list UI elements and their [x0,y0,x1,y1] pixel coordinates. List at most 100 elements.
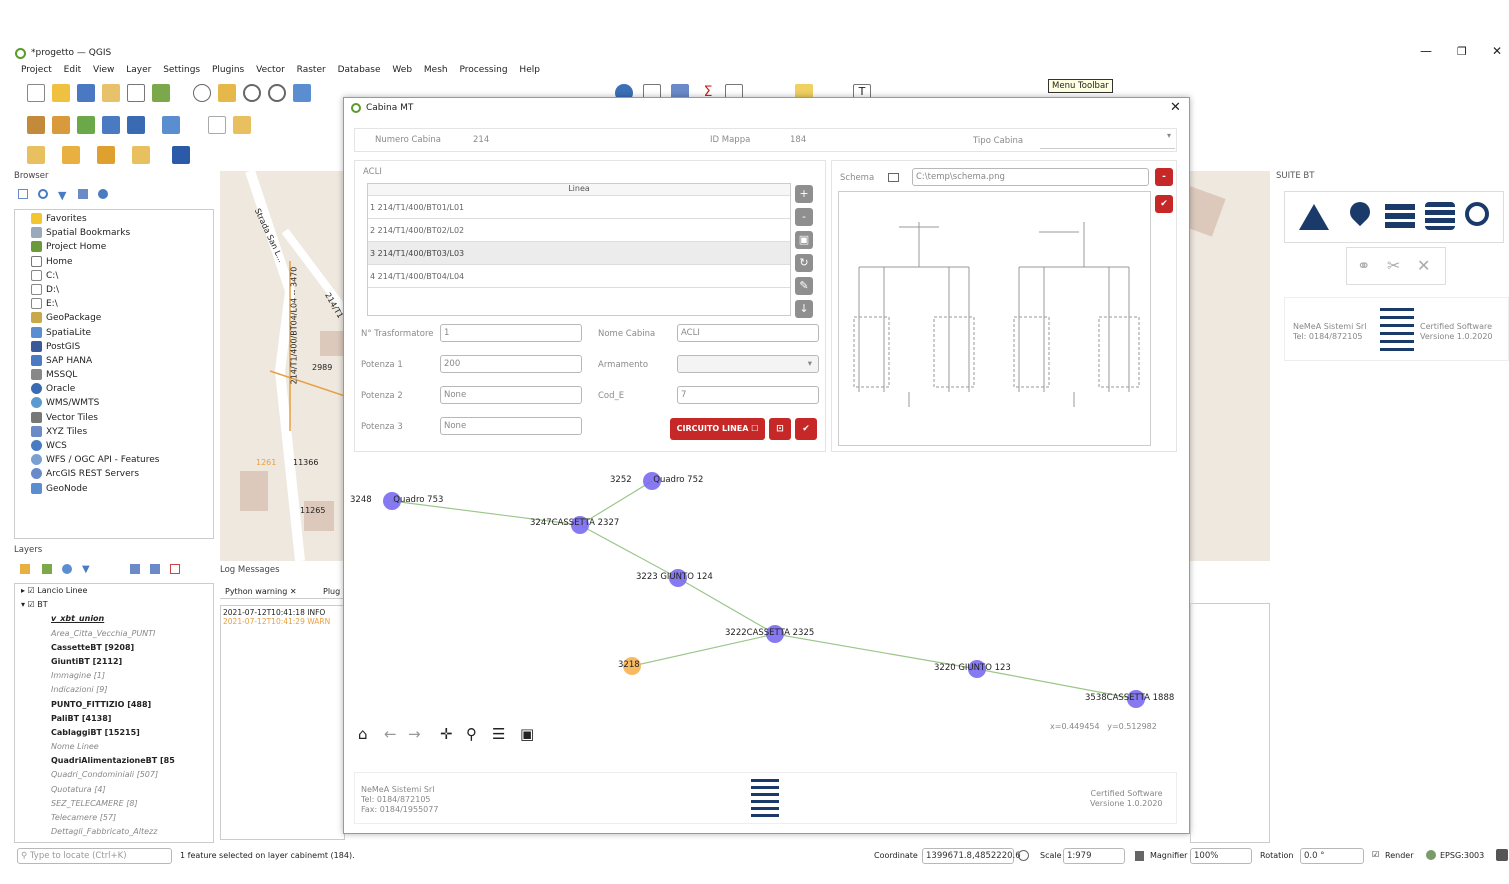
network-graph[interactable]: 3248 Quadro 753 3252 Quadro 752 3247CASS… [350,458,1184,763]
folder-icon[interactable] [888,173,899,182]
new-project-icon[interactable] [27,84,45,102]
schema-confirm-button[interactable]: ✔ [1155,195,1173,213]
table-row[interactable]: 2 214/T1/400/BT02/L02 [368,219,790,242]
armamento-select[interactable]: ▾ [677,355,819,373]
menu-web[interactable]: Web [392,65,412,75]
tree-item[interactable]: WCS [31,439,209,453]
layer-row[interactable]: ▾ ☑ BT [21,598,213,612]
layer-row[interactable]: GiuntiBT [2112] [21,655,213,669]
potenza2-field[interactable]: None [440,386,582,404]
server-icon[interactable] [1385,204,1415,230]
add-raster-icon[interactable] [132,146,150,164]
zoom-out-icon[interactable] [268,84,286,102]
tree-item[interactable]: Home [31,255,209,269]
table-row[interactable]: 4 214/T1/400/BT04/L04 [368,265,790,288]
menu-mesh[interactable]: Mesh [424,65,448,75]
menu-plugins[interactable]: Plugins [212,65,244,75]
forward-arrow-icon[interactable]: → [408,725,421,743]
schema-remove-button[interactable]: - [1155,168,1173,186]
confirm-button[interactable]: ✔ [795,418,817,440]
tree-item[interactable]: SAP HANA [31,354,209,368]
save-figure-icon[interactable]: ▣ [520,725,534,743]
style-icon[interactable] [20,564,30,574]
tree-item[interactable]: Favorites [31,212,209,226]
tree-item[interactable]: Oracle [31,382,209,396]
add-line-button[interactable]: + [795,185,813,203]
collapse-all-icon[interactable] [150,564,160,574]
zoom-in-icon[interactable] [243,84,261,102]
lock-button[interactable]: ⊡ [769,418,791,440]
layer-row[interactable]: CassetteBT [9208] [21,641,213,655]
layer-row[interactable]: Quadri_Condominiali [507] [21,768,213,782]
add-group-icon[interactable] [42,564,52,574]
layer-row[interactable]: Quotatura [4] [21,783,213,797]
menu-vector[interactable]: Vector [256,65,285,75]
save-project-icon[interactable] [77,84,95,102]
layer-row[interactable]: SEZ_TELECAMERE [8] [21,797,213,811]
filter-icon[interactable]: ▼ [58,189,66,202]
table-row[interactable]: 1 214/T1/400/BT01/L01 [368,196,790,219]
layer-row[interactable]: PUNTO_FITTIZIO [488] [21,698,213,712]
tree-item[interactable]: E:\ [31,297,209,311]
close-button[interactable]: ✕ [1492,44,1502,58]
tab-python-warning[interactable]: Python warning ✕ [225,587,297,596]
new-print-layout-icon[interactable] [102,84,120,102]
globe-icon[interactable] [1426,850,1436,860]
image-button[interactable]: ▣ [795,231,813,249]
table-row[interactable]: 3 214/T1/400/BT03/L03 [368,242,790,265]
digitize-icon[interactable] [77,116,95,134]
configure-icon[interactable]: ☰ [492,725,505,743]
pan-move-icon[interactable]: ✛ [440,725,453,743]
cut-icon[interactable]: ✂ [1387,256,1400,275]
tree-item[interactable]: C:\ [31,269,209,283]
layer-row[interactable]: v_xbt_union [21,612,213,626]
nome-cabina-field[interactable]: ACLI [677,324,819,342]
rotation-field[interactable]: 0.0 ° [1300,848,1364,864]
trasformatore-field[interactable]: 1 [440,324,582,342]
menu-view[interactable]: View [93,65,114,75]
extents-icon[interactable] [1018,850,1029,861]
tree-item[interactable]: PostGIS [31,340,209,354]
potenza1-field[interactable]: 200 [440,355,582,373]
potenza3-field[interactable]: None [440,417,582,435]
add-selected-icon[interactable] [18,189,28,199]
menu-raster[interactable]: Raster [297,65,326,75]
layout-manager-icon[interactable] [127,84,145,102]
layer-row[interactable]: Area_Citta_Vecchia_PUNTI [21,627,213,641]
pan-to-selection-icon[interactable] [218,84,236,102]
crs-button[interactable]: EPSG:3003 [1440,851,1484,860]
tree-item[interactable]: D:\ [31,283,209,297]
layers-stack-icon[interactable] [1425,202,1455,230]
layer-row[interactable]: PaliBT [4138] [21,712,213,726]
tree-item[interactable]: ArcGIS REST Servers [31,467,209,481]
pencil-icon[interactable] [233,116,251,134]
tipo-cabina-select[interactable]: ▾ [1040,131,1175,149]
locator-search-input[interactable]: ⚲ Type to locate (Ctrl+K) [17,848,172,864]
data-source-manager-icon[interactable] [27,116,45,134]
pan-icon[interactable] [193,84,211,102]
menu-processing[interactable]: Processing [459,65,507,75]
screen-icon[interactable] [172,146,190,164]
expand-all-icon[interactable] [130,564,140,574]
map-icon[interactable] [162,116,180,134]
layer-row[interactable]: CablaggiBT [15215] [21,726,213,740]
tree-item[interactable]: WFS / OGC API - Features [31,453,209,467]
magnifier-field[interactable]: 100% [1190,848,1252,864]
menu-help[interactable]: Help [519,65,540,75]
search-magnifier-icon[interactable] [1465,202,1489,226]
tools-icon[interactable]: ✕ [1417,256,1430,275]
tree-item[interactable]: MSSQL [31,368,209,382]
remove-layer-icon[interactable] [170,564,180,574]
tree-item[interactable]: Vector Tiles [31,411,209,425]
select-icon[interactable] [27,146,45,164]
tree-item[interactable]: Spatial Bookmarks [31,226,209,240]
tree-item[interactable]: SpatiaLite [31,326,209,340]
scale-field[interactable]: 1:979 [1063,848,1125,864]
eye-icon[interactable] [62,564,72,574]
back-arrow-icon[interactable]: ← [384,725,397,743]
home-icon[interactable]: ⌂ [358,725,368,743]
tree-item[interactable]: GeoPackage [31,311,209,325]
messages-icon[interactable] [1496,849,1508,861]
tree-item[interactable]: GeoNode [31,482,209,496]
toggle-editing-icon[interactable] [208,116,226,134]
